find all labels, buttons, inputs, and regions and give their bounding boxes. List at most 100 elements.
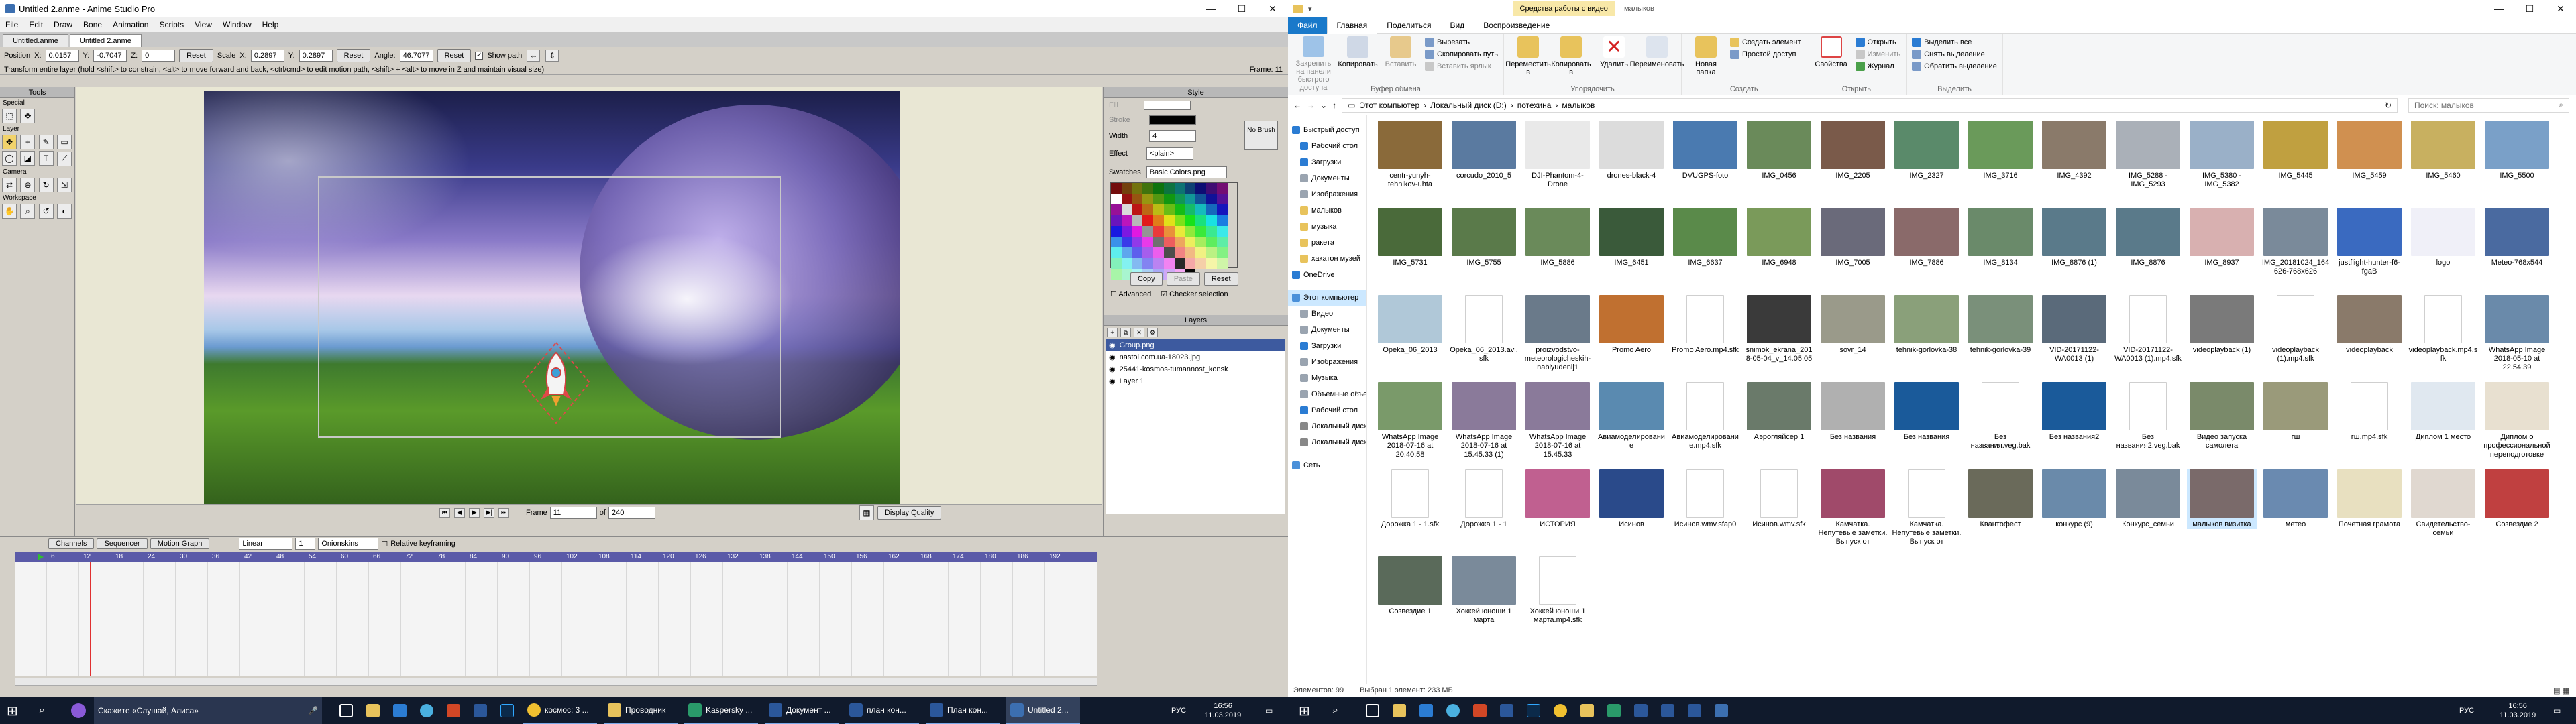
file-item[interactable]: videoplayback (1).mp4.sfk [2261,295,2330,363]
scale-y-field[interactable]: 0.2897 [299,49,333,62]
anime-open-icon-2[interactable] [1711,697,1732,724]
palette-swatch[interactable] [1195,215,1207,226]
powerpoint-taskbar-icon-2[interactable] [1469,697,1491,724]
invert-selection-button[interactable]: Обратить выделение [1912,62,1997,71]
taskbar-app-6[interactable]: План кон... [926,697,1000,724]
palette-swatch[interactable] [1206,204,1217,215]
file-item[interactable]: IMG_5500 [2482,121,2552,180]
palette-swatch[interactable] [1142,194,1154,204]
eye-icon[interactable]: ◉ [1109,377,1116,385]
clock-right[interactable]: 16:56 11.03.2019 [2496,697,2540,724]
palette-swatch[interactable] [1121,226,1132,237]
palette-swatch[interactable] [1111,215,1122,226]
tab-motion-graph[interactable]: Motion Graph [150,538,210,549]
file-item[interactable]: justflight-hunter-f6-fgaB [2334,208,2404,276]
file-item[interactable]: IMG_5445 [2261,121,2330,180]
search-input[interactable]: Поиск: малыков ⌕ [2408,97,2569,113]
checker-checkbox[interactable]: ☑ Checker selection [1161,290,1228,298]
eye-icon[interactable]: ◉ [1109,353,1116,361]
layer-row-layer1[interactable]: ◉ Layer 1 [1106,375,1285,387]
palette-swatch[interactable] [1216,204,1228,215]
select-all-button[interactable]: Выделить все [1912,38,1997,47]
file-item[interactable]: sovr_14 [1818,295,1888,355]
interpolation-dropdown[interactable]: Linear [239,538,293,550]
copy-button[interactable]: Копировать [1338,36,1378,92]
palette-swatch[interactable] [1153,237,1164,247]
palette-swatch[interactable] [1163,258,1175,269]
photoshop-taskbar-icon[interactable] [496,697,518,724]
file-item[interactable]: Созвездие 1 [1375,556,1445,616]
palette-swatch[interactable] [1121,215,1132,226]
delete-layer-icon[interactable]: ✕ [1134,328,1144,337]
word-open-icon-4[interactable] [1684,697,1705,724]
palette-swatch[interactable] [1163,247,1175,258]
copy-path-button[interactable]: Скопировать путь [1425,50,1498,59]
play-icon[interactable]: ▶ [469,507,480,518]
word-open-icon-3[interactable] [1657,697,1678,724]
palette-swatch[interactable] [1195,237,1207,247]
palette-swatch[interactable] [1163,183,1175,194]
palette-swatch[interactable] [1174,194,1185,204]
palette-swatch[interactable] [1111,226,1122,237]
file-item[interactable]: Камчатка. Непутевые заметки. Выпуск от 2… [1818,469,1888,547]
palette-swatch[interactable] [1185,226,1196,237]
file-item[interactable]: centr-yunyh-tehnikov-uhta [1375,121,1445,189]
palette-swatch[interactable] [1163,215,1175,226]
menu-window[interactable]: Window [217,20,257,29]
show-path-checkbox[interactable]: ✓ [475,51,484,60]
timeline-tracks[interactable] [15,562,1097,676]
file-item[interactable]: DVUGPS-foto [1670,121,1740,180]
rotate-workspace-icon[interactable]: ↺ [38,203,54,219]
nav-item[interactable]: Изображения [1288,354,1366,370]
file-item[interactable]: VID-20171122-WA0013 (1).mp4.sfk [2113,295,2183,363]
refresh-icon[interactable]: ↻ [2385,101,2392,110]
tab-file[interactable]: Файл [1288,17,1327,34]
file-item[interactable]: IMG_5380 - IMG_5382 [2187,121,2257,189]
nav-item[interactable]: Объемные объект [1288,386,1366,402]
duplicate-layer-icon[interactable]: ⧉ [1120,328,1131,337]
palette-swatch[interactable] [1216,215,1228,226]
media-taskbar-icon[interactable] [416,697,437,724]
file-item[interactable]: videoplayback (1) [2187,295,2257,355]
rename-button[interactable]: Переименовать [1630,36,1684,92]
file-item[interactable]: малыков визитка [2187,469,2257,529]
zoom-icon[interactable]: ⌕ [20,204,36,219]
layer-row-group[interactable]: ◉ Group.png [1106,339,1285,351]
tab-share[interactable]: Поделиться [1377,21,1440,30]
reset-position-button[interactable]: Reset [179,48,213,62]
palette-swatch[interactable] [1206,194,1217,204]
transform-layer-icon[interactable]: ✥ [2,135,17,149]
file-item[interactable]: DJI-Phantom-4-Drone [1523,121,1593,189]
breadcrumb-drive[interactable]: Локальный диск (D:) [1430,101,1507,110]
nav-item[interactable]: хакатон музей [1288,251,1366,267]
start-button-2[interactable]: ⊞ [1295,697,1314,724]
properties-button[interactable]: Свойства [1813,36,1850,92]
palette-swatch[interactable] [1153,258,1164,269]
file-item[interactable]: IMG_5731 [1375,208,1445,267]
file-item[interactable]: tehnik-gorlovka-38 [1892,295,1962,355]
transform-points-icon[interactable]: ✥ [20,109,36,123]
quick-access-toolbar[interactable]: ▾ [1308,5,1312,13]
palette-swatch[interactable] [1153,204,1164,215]
palette-swatch[interactable] [1185,237,1196,247]
file-item[interactable]: WhatsApp Image 2018-07-16 at 20.40.58 [1375,382,1445,459]
palette-swatch[interactable] [1142,204,1154,215]
file-item[interactable]: конкурс (9) [2039,469,2109,529]
alice-search-box[interactable]: Скажите «Слушай, Алиса» 🎤 [94,697,322,724]
palette-swatch[interactable] [1195,183,1207,194]
display-quality-button[interactable]: Display Quality [877,505,942,520]
file-item[interactable]: Promo Aero [1597,295,1666,355]
file-item[interactable]: IMG_5886 [1523,208,1593,267]
add-point-icon[interactable]: + [20,135,36,149]
file-item[interactable]: IMG_7886 [1892,208,1962,267]
file-item[interactable]: IMG_6451 [1597,208,1666,267]
nav-item[interactable]: Музыка [1288,370,1366,386]
alice-icon[interactable] [67,697,90,724]
layer-row-nastol[interactable]: ◉ nastol.com.ua-18023.jpg [1106,351,1285,363]
palette-swatch[interactable] [1206,226,1217,237]
file-item[interactable]: corcudo_2010_5 [1449,121,1519,180]
file-item[interactable]: snimok_ekrana_2018-05-04_v_14.05.05 [1744,295,1814,363]
file-item[interactable]: Конкурс_семьи [2113,469,2183,529]
canvas-area[interactable]: ⏮ ◀ ▶ ▶| ⏭ Frame 11 of 240 ▦ Display Qua… [76,87,1102,520]
file-item[interactable]: IMG_6948 [1744,208,1814,267]
